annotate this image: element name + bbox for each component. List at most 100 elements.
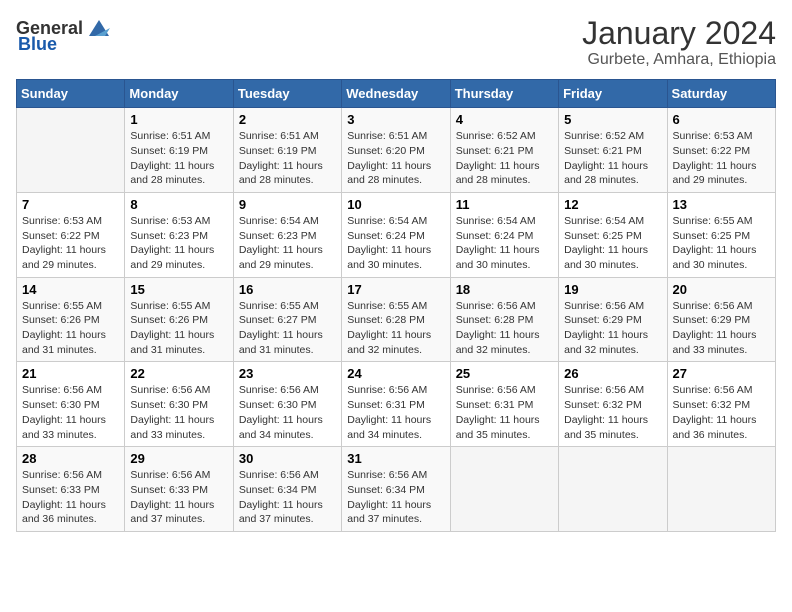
day-info: Sunrise: 6:56 AM Sunset: 6:28 PM Dayligh… [456, 299, 553, 358]
calendar-cell [17, 108, 125, 193]
day-info: Sunrise: 6:56 AM Sunset: 6:33 PM Dayligh… [22, 468, 119, 527]
day-info: Sunrise: 6:56 AM Sunset: 6:31 PM Dayligh… [347, 383, 444, 442]
calendar-title: January 2024 [582, 16, 776, 51]
day-info: Sunrise: 6:55 AM Sunset: 6:28 PM Dayligh… [347, 299, 444, 358]
calendar-title-block: January 2024 Gurbete, Amhara, Ethiopia [582, 16, 776, 69]
day-info: Sunrise: 6:56 AM Sunset: 6:34 PM Dayligh… [239, 468, 336, 527]
day-info: Sunrise: 6:54 AM Sunset: 6:25 PM Dayligh… [564, 214, 661, 273]
day-number: 6 [673, 112, 770, 127]
calendar-cell: 16Sunrise: 6:55 AM Sunset: 6:27 PM Dayli… [233, 277, 341, 362]
calendar-subtitle: Gurbete, Amhara, Ethiopia [582, 51, 776, 69]
day-number: 13 [673, 197, 770, 212]
day-info: Sunrise: 6:55 AM Sunset: 6:26 PM Dayligh… [130, 299, 227, 358]
calendar-cell: 31 Sunrise: 6:56 AM Sunset: 6:34 PM Dayli… [342, 447, 450, 532]
calendar-cell: 7 Sunrise: 6:53 AM Sunset: 6:22 PM Daylig… [17, 192, 125, 277]
day-number: 26 [564, 366, 661, 381]
day-number: 5 [564, 112, 661, 127]
calendar-cell: 12Sunrise: 6:54 AM Sunset: 6:25 PM Dayli… [559, 192, 667, 277]
day-number: 8 [130, 197, 227, 212]
day-of-week-header: Thursday [450, 80, 558, 108]
calendar-cell: 26 Sunrise: 6:56 AM Sunset: 6:32 PM Dayli… [559, 362, 667, 447]
day-of-week-header: Monday [125, 80, 233, 108]
day-info: Sunrise: 6:55 AM Sunset: 6:27 PM Dayligh… [239, 299, 336, 358]
day-number: 2 [239, 112, 336, 127]
calendar-cell: 21 Sunrise: 6:56 AM Sunset: 6:30 PM Dayli… [17, 362, 125, 447]
day-of-week-header: Wednesday [342, 80, 450, 108]
page-header: General Blue January 2024 Gurbete, Amhar… [16, 16, 776, 69]
day-number: 25 [456, 366, 553, 381]
day-info: Sunrise: 6:51 AM Sunset: 6:19 PM Dayligh… [239, 129, 336, 188]
day-number: 15 [130, 282, 227, 297]
logo-icon [85, 16, 113, 40]
calendar-cell: 14 Sunrise: 6:55 AM Sunset: 6:26 PM Dayli… [17, 277, 125, 362]
day-number: 17 [347, 282, 444, 297]
day-number: 19 [564, 282, 661, 297]
day-number: 21 [22, 366, 119, 381]
calendar-cell: 19 Sunrise: 6:56 AM Sunset: 6:29 PM Dayli… [559, 277, 667, 362]
day-info: Sunrise: 6:56 AM Sunset: 6:29 PM Dayligh… [564, 299, 661, 358]
day-of-week-header: Saturday [667, 80, 775, 108]
day-number: 31 [347, 451, 444, 466]
calendar-cell: 22 Sunrise: 6:56 AM Sunset: 6:30 PM Dayli… [125, 362, 233, 447]
day-info: Sunrise: 6:52 AM Sunset: 6:21 PM Dayligh… [564, 129, 661, 188]
day-info: Sunrise: 6:54 AM Sunset: 6:24 PM Dayligh… [347, 214, 444, 273]
calendar-cell: 10Sunrise: 6:54 AM Sunset: 6:24 PM Dayli… [342, 192, 450, 277]
day-number: 28 [22, 451, 119, 466]
calendar-cell [450, 447, 558, 532]
day-number: 14 [22, 282, 119, 297]
day-number: 7 [22, 197, 119, 212]
day-info: Sunrise: 6:56 AM Sunset: 6:32 PM Dayligh… [564, 383, 661, 442]
day-number: 3 [347, 112, 444, 127]
day-info: Sunrise: 6:52 AM Sunset: 6:21 PM Dayligh… [456, 129, 553, 188]
day-info: Sunrise: 6:51 AM Sunset: 6:20 PM Dayligh… [347, 129, 444, 188]
day-info: Sunrise: 6:56 AM Sunset: 6:34 PM Dayligh… [347, 468, 444, 527]
day-info: Sunrise: 6:54 AM Sunset: 6:24 PM Dayligh… [456, 214, 553, 273]
day-number: 29 [130, 451, 227, 466]
day-of-week-header: Tuesday [233, 80, 341, 108]
calendar-cell: 1Sunrise: 6:51 AM Sunset: 6:19 PM Daylig… [125, 108, 233, 193]
day-info: Sunrise: 6:56 AM Sunset: 6:30 PM Dayligh… [22, 383, 119, 442]
day-info: Sunrise: 6:56 AM Sunset: 6:31 PM Dayligh… [456, 383, 553, 442]
day-of-week-header: Friday [559, 80, 667, 108]
day-number: 23 [239, 366, 336, 381]
calendar-table: SundayMondayTuesdayWednesdayThursdayFrid… [16, 79, 776, 532]
day-info: Sunrise: 6:55 AM Sunset: 6:25 PM Dayligh… [673, 214, 770, 273]
calendar-cell: 17 Sunrise: 6:55 AM Sunset: 6:28 PM Dayli… [342, 277, 450, 362]
calendar-cell: 15 Sunrise: 6:55 AM Sunset: 6:26 PM Dayli… [125, 277, 233, 362]
calendar-cell: 5 Sunrise: 6:52 AM Sunset: 6:21 PM Daylig… [559, 108, 667, 193]
day-number: 22 [130, 366, 227, 381]
day-info: Sunrise: 6:56 AM Sunset: 6:30 PM Dayligh… [130, 383, 227, 442]
day-info: Sunrise: 6:53 AM Sunset: 6:23 PM Dayligh… [130, 214, 227, 273]
calendar-cell: 23 Sunrise: 6:56 AM Sunset: 6:30 PM Dayli… [233, 362, 341, 447]
calendar-cell: 18Sunrise: 6:56 AM Sunset: 6:28 PM Dayli… [450, 277, 558, 362]
day-number: 24 [347, 366, 444, 381]
day-number: 4 [456, 112, 553, 127]
day-info: Sunrise: 6:54 AM Sunset: 6:23 PM Dayligh… [239, 214, 336, 273]
day-info: Sunrise: 6:56 AM Sunset: 6:30 PM Dayligh… [239, 383, 336, 442]
day-number: 30 [239, 451, 336, 466]
day-info: Sunrise: 6:56 AM Sunset: 6:33 PM Dayligh… [130, 468, 227, 527]
calendar-cell: 6 Sunrise: 6:53 AM Sunset: 6:22 PM Daylig… [667, 108, 775, 193]
calendar-cell: 27Sunrise: 6:56 AM Sunset: 6:32 PM Dayli… [667, 362, 775, 447]
day-info: Sunrise: 6:53 AM Sunset: 6:22 PM Dayligh… [22, 214, 119, 273]
calendar-cell: 2 Sunrise: 6:51 AM Sunset: 6:19 PM Daylig… [233, 108, 341, 193]
logo: General Blue [16, 16, 113, 55]
day-info: Sunrise: 6:53 AM Sunset: 6:22 PM Dayligh… [673, 129, 770, 188]
day-info: Sunrise: 6:56 AM Sunset: 6:32 PM Dayligh… [673, 383, 770, 442]
calendar-cell: 29 Sunrise: 6:56 AM Sunset: 6:33 PM Dayli… [125, 447, 233, 532]
logo-blue-text: Blue [18, 34, 57, 55]
day-info: Sunrise: 6:51 AM Sunset: 6:19 PM Dayligh… [130, 129, 227, 188]
day-of-week-header: Sunday [17, 80, 125, 108]
calendar-cell: 28 Sunrise: 6:56 AM Sunset: 6:33 PM Dayli… [17, 447, 125, 532]
day-number: 9 [239, 197, 336, 212]
calendar-cell: 8 Sunrise: 6:53 AM Sunset: 6:23 PM Daylig… [125, 192, 233, 277]
day-number: 20 [673, 282, 770, 297]
day-number: 11 [456, 197, 553, 212]
calendar-cell: 11 Sunrise: 6:54 AM Sunset: 6:24 PM Dayli… [450, 192, 558, 277]
day-info: Sunrise: 6:55 AM Sunset: 6:26 PM Dayligh… [22, 299, 119, 358]
calendar-cell: 20Sunrise: 6:56 AM Sunset: 6:29 PM Dayli… [667, 277, 775, 362]
calendar-cell: 30 Sunrise: 6:56 AM Sunset: 6:34 PM Dayli… [233, 447, 341, 532]
calendar-cell: 9 Sunrise: 6:54 AM Sunset: 6:23 PM Daylig… [233, 192, 341, 277]
calendar-cell: 25 Sunrise: 6:56 AM Sunset: 6:31 PM Dayli… [450, 362, 558, 447]
calendar-cell [559, 447, 667, 532]
